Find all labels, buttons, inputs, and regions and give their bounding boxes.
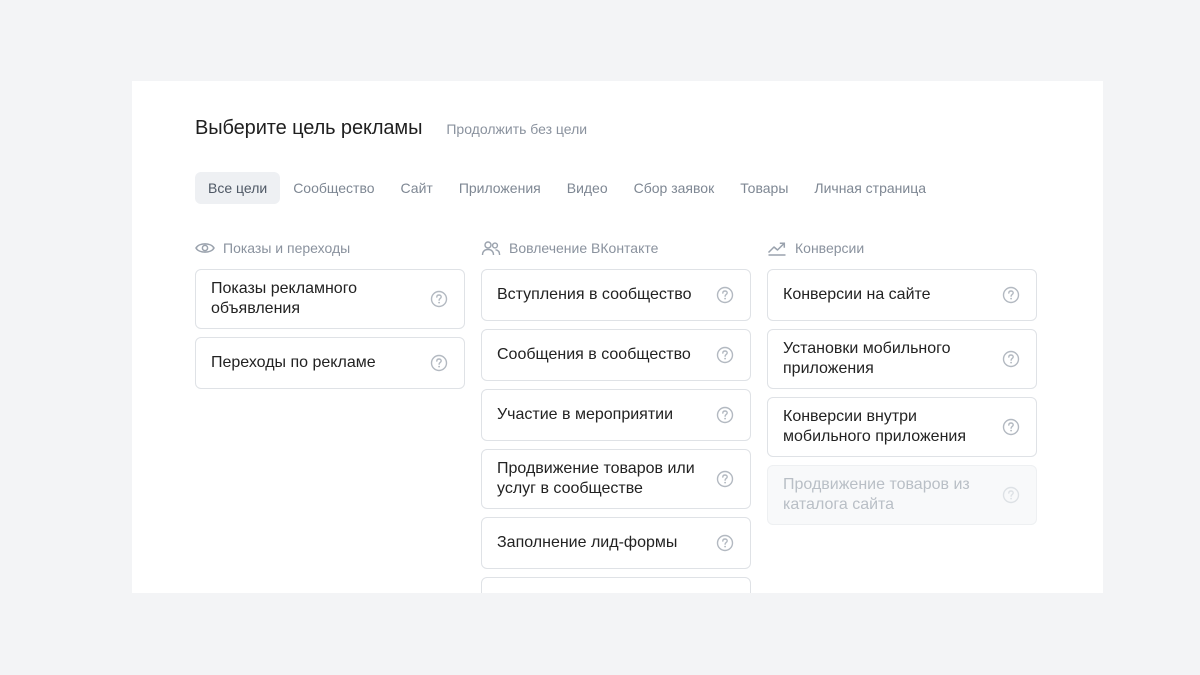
- goal-card-label: Сообщения в сообщество: [497, 346, 691, 363]
- goal-card-label: Конверсии внутри мобильного приложения: [783, 408, 967, 445]
- goal-card-community-joins[interactable]: Вступления в сообщество: [481, 269, 751, 321]
- goal-card-label: Показы рекламного объявления: [211, 280, 358, 317]
- column-vk-engagement: Вовлечение ВКонтакте Вступления в сообще…: [481, 239, 751, 593]
- goal-card-label: Установки мобильного приложения: [783, 340, 951, 377]
- goal-selection-panel: Выберите цель рекламы Продолжить без цел…: [132, 81, 1103, 593]
- column-conversions: Конверсии Конверсии на сайте Установки м…: [767, 239, 1037, 533]
- goal-card-app-installs[interactable]: Установки мобильного приложения: [767, 329, 1037, 389]
- goal-card-label: Участие в мероприятии: [497, 406, 674, 423]
- column-header: Вовлечение ВКонтакте: [481, 239, 751, 257]
- goal-card-site-conversions[interactable]: Конверсии на сайте: [767, 269, 1037, 321]
- column-title: Конверсии: [795, 240, 865, 256]
- help-icon[interactable]: [430, 290, 448, 308]
- column-impressions-clicks: Показы и переходы Показы рекламного объя…: [195, 239, 465, 397]
- goal-card-label: Продвижение товаров из каталога сайта: [783, 476, 970, 513]
- help-icon[interactable]: [716, 534, 734, 552]
- column-header: Показы и переходы: [195, 239, 465, 257]
- trend-up-icon: [767, 240, 787, 256]
- help-icon[interactable]: [716, 470, 734, 488]
- goal-card-event-participation[interactable]: Участие в мероприятии: [481, 389, 751, 441]
- goal-card-label: Конверсии на сайте: [783, 286, 931, 303]
- column-title: Показы и переходы: [223, 240, 351, 256]
- continue-without-goal-link[interactable]: Продолжить без цели: [446, 121, 587, 137]
- goal-card-ad-clicks[interactable]: Переходы по рекламе: [195, 337, 465, 389]
- help-icon[interactable]: [1002, 286, 1020, 304]
- column-title: Вовлечение ВКонтакте: [509, 240, 659, 256]
- eye-icon: [195, 240, 215, 256]
- tab-lead-collection[interactable]: Сбор заявок: [621, 172, 728, 204]
- help-icon: [1002, 486, 1020, 504]
- tab-products[interactable]: Товары: [727, 172, 801, 204]
- goal-card-ad-impressions[interactable]: Показы рекламного объявления: [195, 269, 465, 329]
- goal-card-community-products-promo[interactable]: Продвижение товаров или услуг в сообщест…: [481, 449, 751, 509]
- users-icon: [481, 240, 501, 256]
- help-icon[interactable]: [716, 346, 734, 364]
- goal-card-in-app-conversions[interactable]: Конверсии внутри мобильного приложения: [767, 397, 1037, 457]
- help-icon[interactable]: [1002, 350, 1020, 368]
- goal-card-community-messages[interactable]: Сообщения в сообщество: [481, 329, 751, 381]
- goal-card-label: Заполнение лид-формы: [497, 534, 678, 551]
- goal-card-label: Продвижение товаров или услуг в сообщест…: [497, 460, 695, 497]
- goal-card-lead-form[interactable]: Заполнение лид-формы: [481, 517, 751, 569]
- tab-personal-page[interactable]: Личная страница: [801, 172, 939, 204]
- page-title: Выберите цель рекламы: [195, 117, 423, 139]
- help-icon[interactable]: [716, 406, 734, 424]
- help-icon[interactable]: [430, 354, 448, 372]
- help-icon[interactable]: [1002, 418, 1020, 436]
- tab-all-goals[interactable]: Все цели: [195, 172, 281, 204]
- goal-card-catalog-products-promo: Продвижение товаров из каталога сайта: [767, 465, 1037, 525]
- tab-site[interactable]: Сайт: [388, 172, 446, 204]
- column-header: Конверсии: [767, 239, 1037, 257]
- tab-community[interactable]: Сообщество: [280, 172, 387, 204]
- goal-card-cut-off[interactable]: [481, 577, 751, 593]
- goal-card-label: Вступления в сообщество: [497, 286, 692, 303]
- goal-category-tabs: Все цели Сообщество Сайт Приложения Виде…: [195, 172, 939, 204]
- help-icon[interactable]: [716, 286, 734, 304]
- tab-apps[interactable]: Приложения: [446, 172, 554, 204]
- tab-video[interactable]: Видео: [554, 172, 621, 204]
- page-header: Выберите цель рекламы Продолжить без цел…: [195, 117, 587, 140]
- goal-card-label: Переходы по рекламе: [211, 354, 376, 371]
